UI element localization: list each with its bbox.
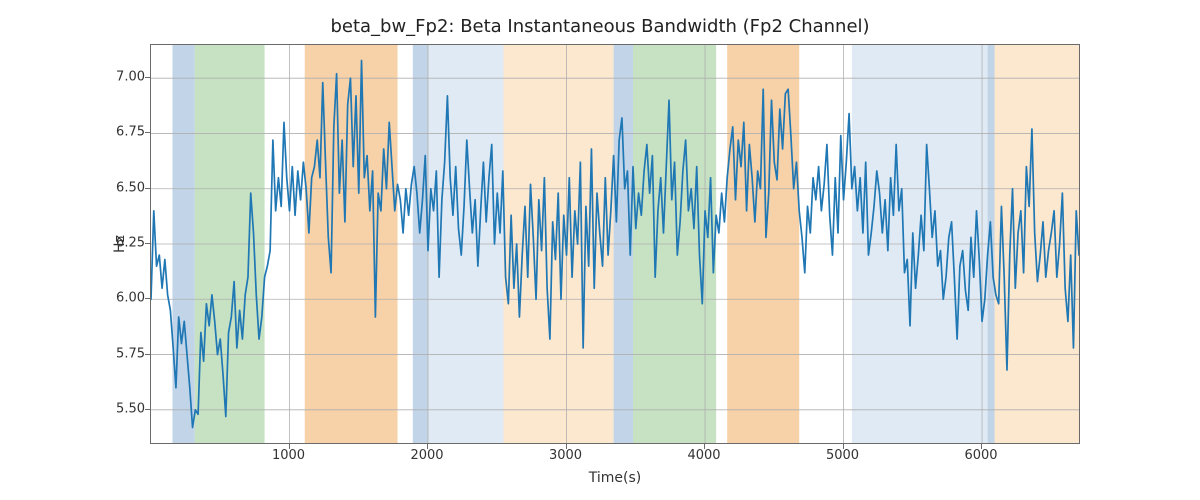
- x-tick-mark: [566, 444, 567, 449]
- plot-svg: [151, 45, 1079, 443]
- y-tick-label: 6.75: [5, 125, 145, 140]
- y-tick-label: 7.00: [5, 70, 145, 85]
- y-tick-mark: [145, 188, 150, 189]
- x-tick-mark: [704, 444, 705, 449]
- y-tick-mark: [145, 77, 150, 78]
- x-tick-label: 3000: [549, 448, 582, 463]
- x-tick-label: 1000: [272, 448, 305, 463]
- x-axis-label: Time(s): [150, 470, 1080, 486]
- chart-title: beta_bw_Fp2: Beta Instantaneous Bandwidt…: [0, 16, 1200, 37]
- y-tick-mark: [145, 409, 150, 410]
- y-tick-mark: [145, 354, 150, 355]
- plot-area: [150, 44, 1080, 444]
- x-tick-label: 6000: [964, 448, 997, 463]
- figure: beta_bw_Fp2: Beta Instantaneous Bandwidt…: [0, 0, 1200, 500]
- y-tick-mark: [145, 298, 150, 299]
- x-tick-label: 5000: [826, 448, 859, 463]
- y-tick-label: 6.50: [5, 180, 145, 195]
- y-tick-mark: [145, 132, 150, 133]
- y-tick-label: 5.50: [5, 401, 145, 416]
- x-tick-mark: [843, 444, 844, 449]
- x-tick-label: 2000: [410, 448, 443, 463]
- x-tick-label: 4000: [687, 448, 720, 463]
- x-tick-mark: [289, 444, 290, 449]
- x-tick-mark: [981, 444, 982, 449]
- y-tick-label: 5.75: [5, 346, 145, 361]
- x-tick-mark: [427, 444, 428, 449]
- x-axis-ticks: 1000 2000 3000 4000 5000 6000: [150, 448, 1080, 468]
- y-tick-label: 6.25: [5, 236, 145, 251]
- y-axis-ticks: 5.50 5.75 6.00 6.25 6.50 6.75 7.00: [0, 44, 145, 444]
- y-tick-label: 6.00: [5, 291, 145, 306]
- y-tick-mark: [145, 243, 150, 244]
